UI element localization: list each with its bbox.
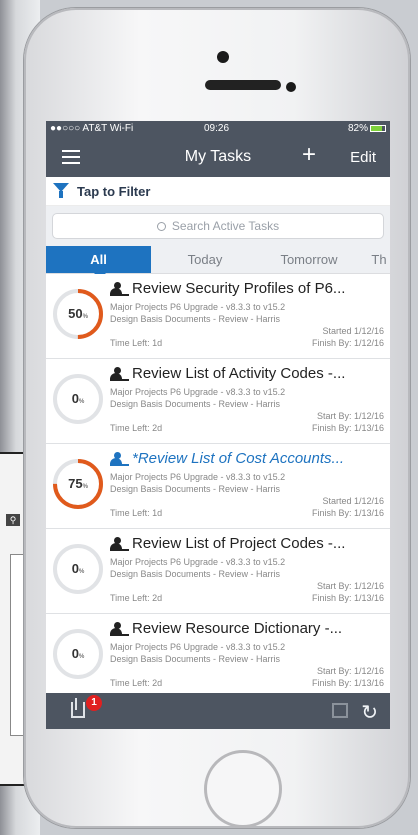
task-start: Start By: 1/12/16	[316, 581, 384, 591]
task-finish: Finish By: 1/12/16	[311, 338, 384, 348]
task-doc: Design Basis Documents - Review - Harris	[110, 569, 281, 579]
task-start: Started 1/12/16	[322, 496, 384, 506]
progress-value: 0%	[71, 391, 85, 406]
camera-icon	[217, 51, 229, 63]
task-doc: Design Basis Documents - Review - Harris	[110, 484, 281, 494]
task-start: Start By: 1/12/16	[316, 666, 384, 676]
task-doc: Design Basis Documents - Review - Harris	[110, 399, 281, 409]
task-finish: Finish By: 1/13/16	[311, 423, 384, 433]
task-row[interactable]: 50% Review Security Profiles of P6... Ma…	[46, 274, 390, 359]
sensor	[286, 82, 296, 92]
task-project: Major Projects P6 Upgrade - v8.3.3 to v1…	[110, 472, 286, 482]
clock-label: 09:26	[204, 123, 230, 134]
task-title: Review List of Project Codes -...	[132, 535, 346, 552]
page-title: My Tasks	[184, 148, 252, 165]
search-icon	[156, 222, 166, 231]
person-icon	[110, 452, 130, 468]
task-finish: Finish By: 1/13/16	[311, 508, 384, 518]
filter-bar[interactable]: Tap to Filter	[46, 177, 390, 206]
share-icon[interactable]	[71, 702, 85, 718]
task-time-left: Time Left: 2d	[110, 593, 163, 603]
task-time-left: Time Left: 2d	[110, 678, 163, 688]
task-time-left: Time Left: 1d	[110, 338, 163, 348]
task-project: Major Projects P6 Upgrade - v8.3.3 to v1…	[110, 642, 286, 652]
task-list: 50% Review Security Profiles of P6... Ma…	[46, 274, 390, 699]
task-row[interactable]: 0% Review List of Activity Codes -... Ma…	[46, 359, 390, 444]
carrier-label: ●●○○○ AT&T Wi-Fi	[50, 123, 134, 134]
person-icon	[110, 282, 130, 298]
task-title: *Review List of Cost Accounts...	[132, 450, 345, 467]
progress-value: 50%	[68, 306, 88, 321]
task-row[interactable]: 75% *Review List of Cost Accounts... Maj…	[46, 444, 390, 529]
nav-bar: My Tasks + Edit	[46, 137, 390, 177]
task-row[interactable]: 0% Review List of Project Codes -... Maj…	[46, 529, 390, 614]
search-bar: Search Active Tasks	[46, 206, 390, 246]
person-icon	[110, 622, 130, 638]
task-doc: Design Basis Documents - Review - Harris	[110, 654, 281, 664]
task-row[interactable]: 0% Review Resource Dictionary -... Major…	[46, 614, 390, 699]
status-bar: ●●○○○ AT&T Wi-Fi 09:26 82%	[46, 121, 390, 137]
tab-tomorrow[interactable]: Tomorrow	[259, 246, 359, 273]
task-title: Review Security Profiles of P6...	[132, 280, 346, 297]
home-button[interactable]	[204, 750, 282, 828]
task-start: Start By: 1/12/16	[316, 411, 384, 421]
search-icon: ⚲	[6, 514, 20, 526]
bottom-toolbar: 1 ↻	[46, 693, 390, 729]
person-icon	[110, 367, 130, 383]
task-doc: Design Basis Documents - Review - Harris	[110, 314, 281, 324]
task-title: Review Resource Dictionary -...	[132, 620, 343, 637]
scrollbar	[10, 554, 24, 736]
progress-value: 75%	[68, 476, 88, 491]
add-task-button[interactable]: +	[302, 142, 316, 168]
task-time-left: Time Left: 1d	[110, 508, 163, 518]
edit-button[interactable]: Edit	[350, 149, 376, 166]
tab-all[interactable]: All	[46, 246, 151, 273]
tab-more[interactable]: Th	[359, 246, 390, 273]
battery-icon	[370, 125, 386, 132]
battery-label: 82%	[347, 123, 368, 134]
tab-today[interactable]: Today	[151, 246, 259, 273]
progress-value: 0%	[71, 561, 85, 576]
book-icon[interactable]	[332, 703, 348, 718]
refresh-icon[interactable]: ↻	[361, 700, 378, 725]
task-project: Major Projects P6 Upgrade - v8.3.3 to v1…	[110, 557, 286, 567]
task-project: Major Projects P6 Upgrade - v8.3.3 to v1…	[110, 387, 286, 397]
earpiece	[205, 80, 281, 90]
app-screen: ●●○○○ AT&T Wi-Fi 09:26 82% My Tasks + Ed…	[46, 121, 390, 729]
task-title: Review List of Activity Codes -...	[132, 365, 346, 382]
person-icon	[110, 537, 130, 553]
notification-badge: 1	[86, 695, 102, 711]
task-time-left: Time Left: 2d	[110, 423, 163, 433]
filter-label: Tap to Filter	[77, 184, 151, 199]
search-input[interactable]: Search Active Tasks	[52, 213, 384, 239]
task-start: Started 1/12/16	[322, 326, 384, 336]
progress-value: 0%	[71, 646, 85, 661]
search-placeholder: Search Active Tasks	[171, 219, 280, 233]
task-project: Major Projects P6 Upgrade - v8.3.3 to v1…	[110, 302, 286, 312]
tab-bar: All Today Tomorrow Th	[46, 246, 390, 279]
task-finish: Finish By: 1/13/16	[311, 593, 384, 603]
task-finish: Finish By: 1/13/16	[311, 678, 384, 688]
